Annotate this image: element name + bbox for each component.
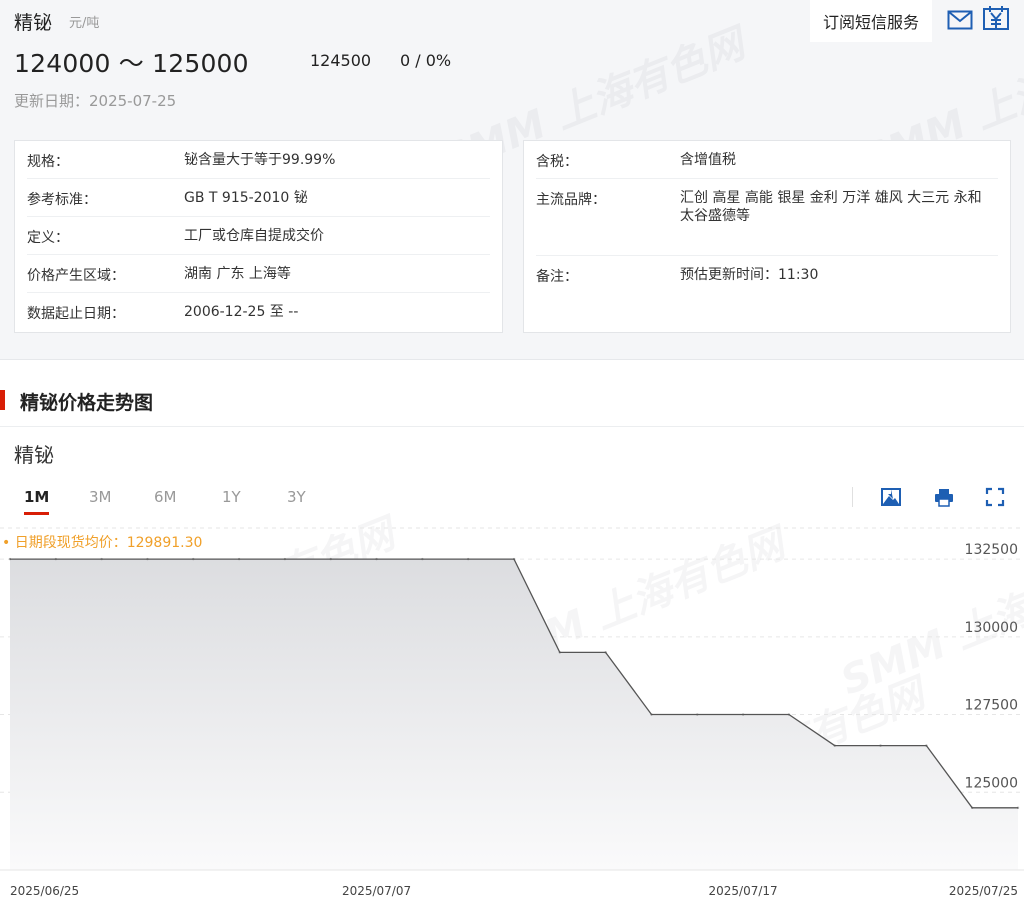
spec-key: 参考标准： — [27, 192, 97, 208]
y-tick-label: 130000 — [965, 620, 1018, 636]
data-point — [329, 557, 332, 561]
y-tick-label: 125000 — [965, 775, 1018, 791]
price-header-panel: SMM 上海有色网 SMM 上海有色网 精铋 元/吨 124000 ～ 1250… — [0, 0, 1024, 360]
spec-row: 备注： 预估更新时间：11:30 — [536, 256, 998, 294]
data-point — [8, 557, 12, 561]
spec-key: 主流品牌： — [536, 192, 606, 208]
data-point — [54, 557, 58, 561]
tab-1y[interactable]: 1Y — [222, 488, 241, 506]
x-tick-label: 2025/07/17 — [709, 884, 778, 898]
print-icon[interactable] — [930, 483, 958, 511]
spec-row: 定义： 工厂或仓库自提成交价 — [27, 217, 490, 255]
data-point — [100, 557, 103, 561]
price-unit: 元/吨 — [69, 16, 100, 31]
data-point — [192, 557, 195, 561]
section-title: 精铋价格走势图 — [20, 392, 154, 414]
data-point — [696, 713, 699, 716]
spec-key: 备注： — [536, 269, 578, 285]
spec-card-left: 规格： 铋含量大于等于99.99% 参考标准： GB T 915-2010 铋 定义… — [14, 140, 503, 333]
y-tick-label: 127500 — [965, 698, 1018, 714]
spec-value: GB T 915-2010 铋 — [184, 190, 308, 206]
data-point — [1016, 806, 1020, 810]
active-tab-underline — [24, 512, 49, 515]
data-point — [879, 744, 882, 747]
tab-1m[interactable]: 1M — [24, 488, 49, 506]
data-point — [146, 557, 149, 561]
spec-key: 数据起止日期： — [27, 306, 125, 322]
mail-icon[interactable] — [946, 6, 974, 34]
spec-value: 预估更新时间：11:30 — [680, 267, 819, 283]
chart-title: 精铋 — [14, 443, 54, 467]
spec-value: 汇创 高星 高能 银星 金利 万洋 雄风 大三元 永和 太谷盛德等 — [680, 190, 982, 224]
x-tick-label: 2025/06/25 — [10, 884, 79, 898]
spec-key: 定义： — [27, 230, 69, 246]
data-point — [237, 557, 241, 561]
data-point — [787, 713, 791, 716]
yuan-calendar-icon[interactable] — [982, 4, 1010, 32]
price-change: 0 / 0% — [400, 51, 452, 70]
section-marker — [0, 390, 5, 410]
subscribe-sms-button[interactable]: 订阅短信服务 — [810, 0, 932, 42]
spec-key: 价格产生区域： — [27, 268, 125, 284]
price-range: 124000 ～ 125000 — [14, 49, 249, 78]
spec-row: 价格产生区域： 湖南 广东 上海等 — [27, 255, 490, 293]
data-point — [833, 744, 836, 747]
data-point — [741, 713, 745, 716]
tab-6m[interactable]: 6M — [154, 488, 177, 506]
spec-row: 规格： 铋含量大于等于99.99% — [27, 141, 490, 179]
data-point — [970, 806, 974, 810]
average-price: 124500 — [310, 51, 372, 70]
data-point — [466, 557, 470, 561]
spec-value: 含增值税 — [680, 152, 736, 168]
fullscreen-icon[interactable] — [981, 483, 1009, 511]
divider — [0, 426, 1024, 427]
data-point — [512, 557, 516, 561]
spec-row: 参考标准： GB T 915-2010 铋 — [27, 179, 490, 217]
toolbar-divider — [852, 487, 853, 507]
x-tick-label: 2025/07/07 — [342, 884, 411, 898]
spec-row: 数据起止日期： 2006-12-25 至 -- — [27, 293, 490, 331]
spec-value: 铋含量大于等于99.99% — [184, 152, 336, 168]
spec-value: 2006-12-25 至 -- — [184, 304, 299, 320]
data-point — [925, 744, 928, 747]
y-tick-label: 132500 — [965, 542, 1018, 558]
image-download-icon[interactable] — [877, 483, 905, 511]
x-tick-label: 2025/07/25 — [949, 884, 1018, 898]
data-point — [650, 713, 653, 716]
price-trend-chart[interactable]: 1225001250001275001300001325002025/06/25… — [0, 520, 1024, 908]
spec-key: 含税： — [536, 154, 578, 170]
tab-3y[interactable]: 3Y — [287, 488, 306, 506]
data-point — [421, 557, 424, 561]
tab-3m[interactable]: 3M — [89, 488, 112, 506]
spec-card-right: 含税： 含增值税 主流品牌： 汇创 高星 高能 银星 金利 万洋 雄风 大三元 永和… — [523, 140, 1011, 333]
spec-key: 规格： — [27, 154, 69, 170]
data-point — [283, 557, 287, 561]
product-title: 精铋 — [14, 12, 53, 34]
spec-row: 含税： 含增值税 — [536, 141, 998, 179]
spec-row: 主流品牌： 汇创 高星 高能 银星 金利 万洋 雄风 大三元 永和 太谷盛德等 — [536, 179, 998, 256]
data-point — [375, 557, 378, 561]
spec-value: 工厂或仓库自提成交价 — [184, 228, 324, 244]
spec-value: 湖南 广东 上海等 — [184, 266, 291, 282]
data-point — [558, 651, 562, 654]
data-point — [604, 651, 607, 654]
update-date: 更新日期：2025-07-25 — [14, 92, 177, 110]
